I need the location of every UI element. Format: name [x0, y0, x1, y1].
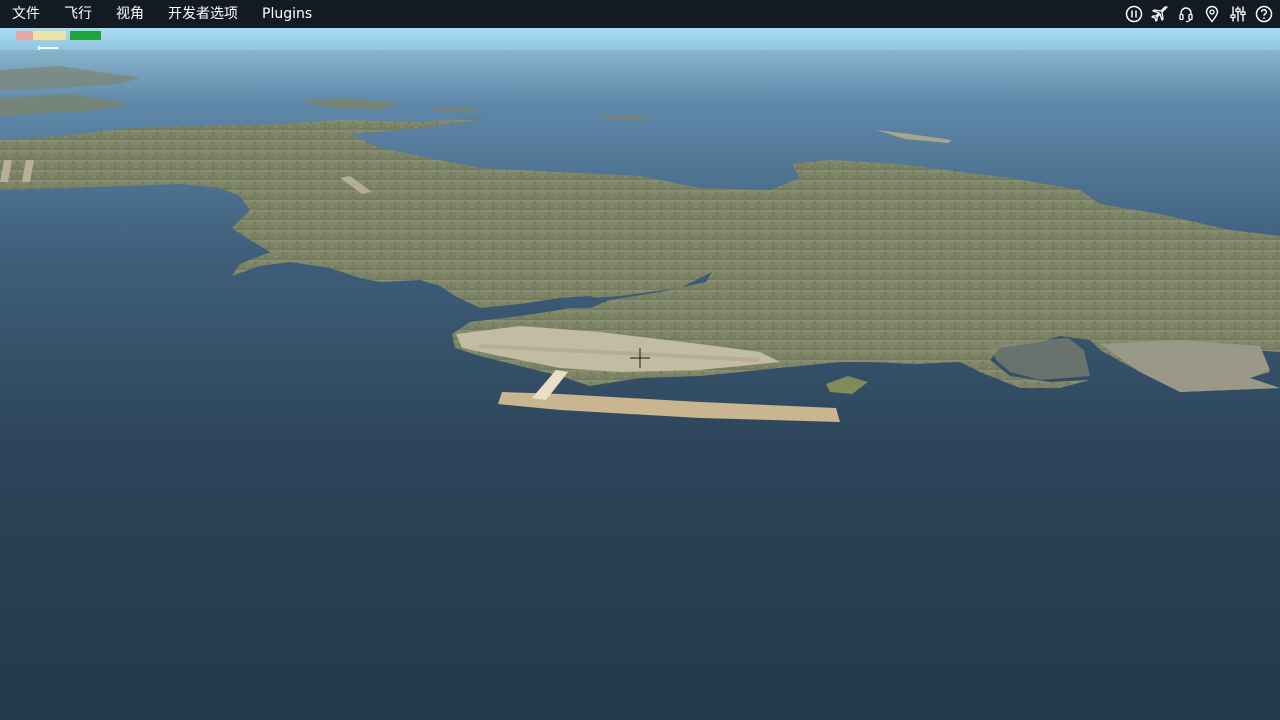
menu-plugins[interactable]: Plugins: [250, 0, 324, 28]
airplane-icon[interactable]: [1150, 4, 1170, 24]
menu-flight[interactable]: 飞行: [52, 0, 104, 28]
pause-icon[interactable]: [1124, 4, 1144, 24]
menu-bar: 文件 飞行 视角 开发者选项 Plugins: [0, 0, 1280, 28]
sky: [0, 28, 1280, 52]
perf-marker: [38, 46, 58, 50]
crosshair-icon: [630, 348, 650, 368]
sliders-icon[interactable]: [1228, 4, 1248, 24]
perf-segment-high: [70, 31, 101, 40]
menu-view[interactable]: 视角: [104, 0, 156, 28]
menu-list: 文件 飞行 视角 开发者选项 Plugins: [0, 0, 324, 28]
perf-segment-low: [16, 31, 33, 40]
toolbar-icons: [1124, 4, 1276, 24]
menu-file[interactable]: 文件: [0, 0, 52, 28]
menu-developer[interactable]: 开发者选项: [156, 0, 250, 28]
map-pin-icon[interactable]: [1202, 4, 1222, 24]
perf-segment-mid: [33, 31, 66, 40]
headset-icon[interactable]: [1176, 4, 1196, 24]
help-icon[interactable]: [1254, 4, 1274, 24]
performance-indicator: [16, 31, 101, 40]
